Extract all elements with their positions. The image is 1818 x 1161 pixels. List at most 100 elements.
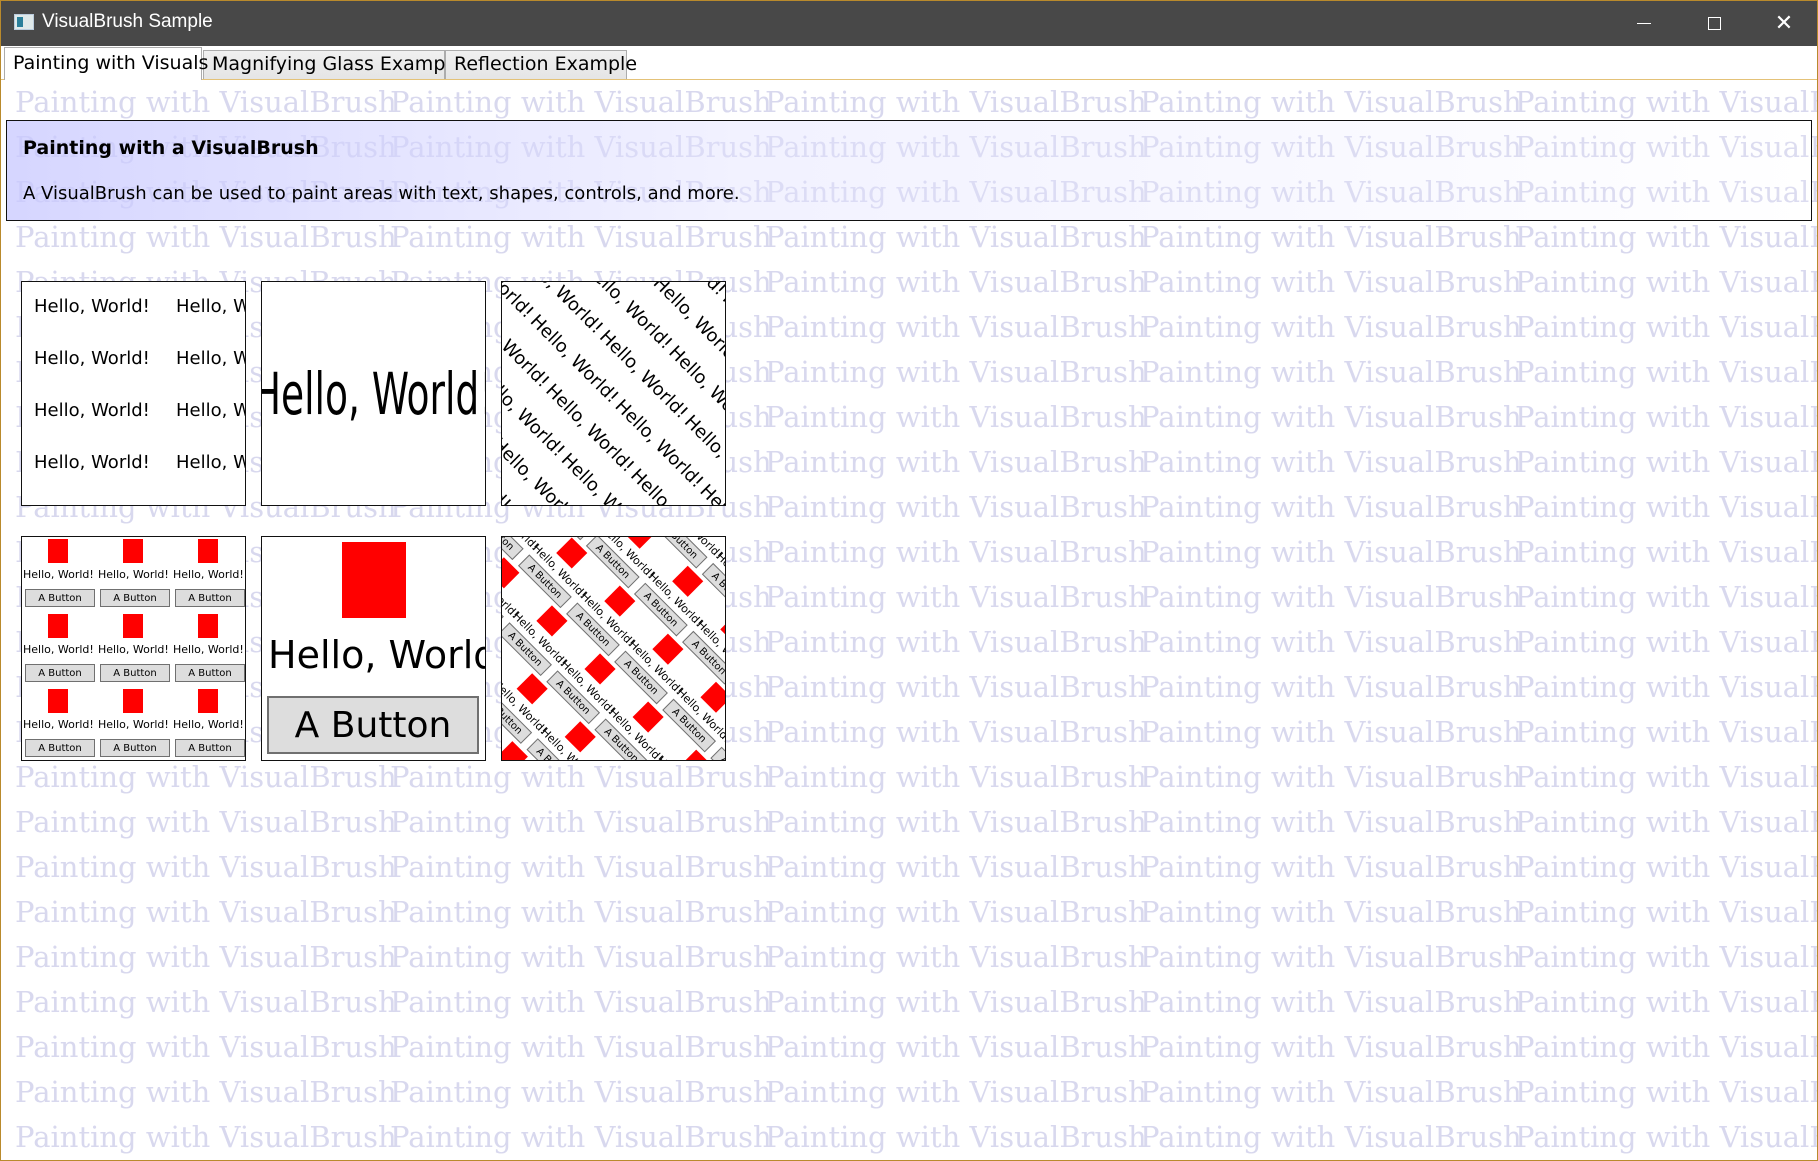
watermark-text: Painting with VisualBrush — [1515, 265, 1817, 299]
watermark-text: Painting with VisualBrush — [1140, 580, 1522, 614]
mini-red-rectangle — [198, 614, 218, 638]
watermark-text: Painting with VisualBrush — [765, 940, 1147, 974]
close-button[interactable]: ✕ — [1749, 1, 1817, 46]
tiled-hello-text: Hello, World! — [34, 452, 150, 473]
rotated-composite-panel: Hello, World!A ButtonHello, World!A Butt… — [501, 536, 726, 761]
composite-hello-text: Hello, World! — [268, 633, 485, 677]
tab-reflection[interactable]: Reflection Example — [445, 50, 637, 79]
watermark-text: Painting with VisualBrush — [1515, 535, 1817, 569]
mini-button: A Button — [710, 746, 725, 760]
tiled-hello-text: Hello, World! — [176, 348, 245, 369]
watermark-text: Painting with VisualBrush — [1140, 490, 1522, 524]
watermark-text: Painting with VisualBrush — [1515, 445, 1817, 479]
watermark-text: Painting with VisualBrush — [1515, 805, 1817, 839]
watermark-text: Painting with VisualBrush — [765, 220, 1147, 254]
watermark-text: Painting with VisualBrush — [390, 805, 772, 839]
composite-button[interactable]: A Button — [267, 696, 479, 754]
watermark-text: Painting with VisualBrush — [15, 895, 397, 929]
mini-hello-text: Hello, World! — [173, 718, 244, 731]
header-description: A VisualBrush can be used to paint areas… — [23, 183, 740, 204]
mini-red-rectangle — [123, 689, 143, 713]
watermark-row: Painting with VisualBrushPainting with V… — [1, 890, 1817, 935]
rotated-text-panel: Hello, World!Hello, World!Hello, World!H… — [501, 281, 726, 506]
watermark-row: Painting with VisualBrushPainting with V… — [1, 1070, 1817, 1115]
watermark-text: Painting with VisualBrush — [1140, 400, 1522, 434]
watermark-text: Painting with VisualBrush — [390, 895, 772, 929]
red-rectangle — [342, 542, 406, 618]
watermark-text: Painting with VisualBrush — [1140, 940, 1522, 974]
watermark-text: Painting with VisualBrush — [765, 310, 1147, 344]
watermark-text: Painting with VisualBrush — [1515, 1075, 1817, 1109]
mini-red-rectangle — [198, 539, 218, 563]
close-icon: ✕ — [1774, 11, 1794, 36]
tab-magnifying-glass[interactable]: Magnifying Glass Example — [203, 50, 462, 79]
watermark-text: Painting with VisualBrush — [765, 265, 1147, 299]
watermark-row: Painting with VisualBrushPainting with V… — [1, 980, 1817, 1025]
mini-button: A Button — [25, 664, 95, 682]
watermark-text: Painting with VisualBrush — [1140, 805, 1522, 839]
mini-red-rectangle — [502, 741, 528, 760]
header-title: Painting with a VisualBrush — [23, 137, 319, 159]
mini-button: A Button — [25, 739, 95, 757]
title-bar[interactable]: VisualBrush Sample ✕ — [1, 1, 1817, 46]
watermark-text: Painting with VisualBrush — [15, 940, 397, 974]
mini-hello-text: Hello, World! — [98, 568, 169, 581]
tab-strip: Painting with Visuals Magnifying Glass E… — [1, 46, 1817, 80]
watermark-text: Painting with VisualBrush — [765, 715, 1147, 749]
watermark-text: Painting with VisualBrush — [765, 805, 1147, 839]
watermark-text: Painting with VisualBrush — [390, 985, 772, 1019]
tiled-hello-text: Hello, World! — [176, 400, 245, 421]
rotated-hello-text: Hello, World! — [541, 380, 639, 477]
maximize-button[interactable] — [1679, 1, 1749, 46]
mini-button: A Button — [175, 739, 245, 757]
watermark-text: Painting with VisualBrush — [765, 400, 1147, 434]
tiled-hello-text: Hello, World! — [176, 296, 245, 317]
tab-painting-with-visuals[interactable]: Painting with Visuals — [4, 47, 208, 80]
watermark-text: Painting with VisualBrush — [15, 220, 397, 254]
rotated-text-layer: Hello, World!Hello, World!Hello, World!H… — [502, 282, 725, 505]
watermark-text: Painting with VisualBrush — [765, 625, 1147, 659]
mini-button: A Button — [175, 589, 245, 607]
mini-button: A Button — [25, 589, 95, 607]
rotated-hello-text: Hello, World! — [610, 395, 708, 493]
watermark-text: Painting with VisualBrush — [390, 220, 772, 254]
watermark-text: Painting with VisualBrush — [1140, 1075, 1522, 1109]
watermark-text: Painting with VisualBrush — [1140, 895, 1522, 929]
mini-button: A Button — [701, 562, 725, 617]
watermark-text: Painting with VisualBrush — [390, 1030, 772, 1064]
mini-hello-text: Hello, World! — [23, 718, 94, 731]
mini-hello-text: Hello, World! — [173, 568, 244, 581]
watermark-text: Painting with VisualBrush — [1140, 1120, 1522, 1154]
watermark-text: Painting with VisualBrush — [1140, 850, 1522, 884]
watermark-text: Painting with VisualBrush — [1515, 85, 1817, 119]
watermark-text: Painting with VisualBrush — [765, 490, 1147, 524]
watermark-text: Painting with VisualBrush — [765, 895, 1147, 929]
watermark-text: Painting with VisualBrush — [1140, 760, 1522, 794]
watermark-text: Painting with VisualBrush — [1515, 580, 1817, 614]
tiled-hello-text: Hello, World! — [34, 296, 150, 317]
watermark-text: Painting with VisualBrush — [390, 85, 772, 119]
watermark-text: Painting with VisualBrush — [1515, 625, 1817, 659]
mini-button: A Button — [537, 537, 592, 541]
minimize-button[interactable] — [1609, 1, 1679, 46]
watermark-row: Painting with VisualBrush Painting with V… — [1, 1115, 1817, 1160]
watermark-text: Painting with VisualBrush — [390, 1120, 772, 1154]
watermark-text: Painting with VisualBrush — [765, 760, 1147, 794]
watermark-text: Painting with VisualBrush — [765, 355, 1147, 389]
mini-button: A Button — [100, 589, 170, 607]
stretched-composite-panel: Hello, World! A Button — [261, 536, 486, 761]
mini-hello-text: Hello, World! — [23, 643, 94, 656]
watermark-text: Painting with VisualBrush — [1515, 1030, 1817, 1064]
app-icon — [14, 14, 34, 30]
watermark-row: Painting with VisualBrushPainting with V… — [1, 1025, 1817, 1070]
mini-red-rectangle — [48, 539, 68, 563]
watermark-text: Painting with VisualBrush — [1515, 760, 1817, 794]
mini-red-rectangle — [48, 689, 68, 713]
watermark-text: Painting with VisualBrush — [1515, 400, 1817, 434]
watermark-text: Painting with VisualBrush — [1140, 535, 1522, 569]
watermark-text: Painting with VisualBrush — [1140, 1030, 1522, 1064]
watermark-text: Painting with VisualBrush — [390, 760, 772, 794]
rotated-hello-text: Hello, World! — [525, 310, 623, 408]
mini-button: A Button — [100, 739, 170, 757]
watermark-text: Painting with VisualBrush — [15, 85, 397, 119]
